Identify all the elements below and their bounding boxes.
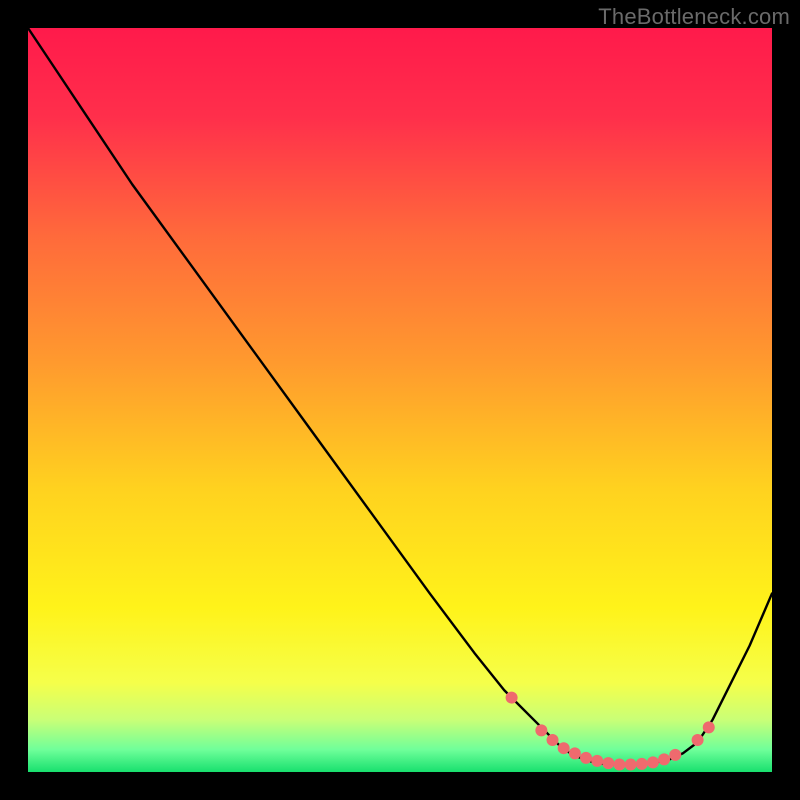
- data-point: [669, 749, 681, 761]
- data-point: [535, 724, 547, 736]
- data-point: [692, 734, 704, 746]
- plot-area: [28, 28, 772, 772]
- data-point: [625, 759, 637, 771]
- data-point: [703, 721, 715, 733]
- data-point: [569, 747, 581, 759]
- data-point: [613, 759, 625, 771]
- chart-svg: [28, 28, 772, 772]
- data-point: [636, 758, 648, 770]
- data-point: [602, 757, 614, 769]
- data-point: [506, 692, 518, 704]
- watermark-label: TheBottleneck.com: [598, 4, 790, 30]
- data-point: [647, 756, 659, 768]
- data-point: [558, 742, 570, 754]
- data-point: [591, 755, 603, 767]
- chart-background: [28, 28, 772, 772]
- data-point: [580, 752, 592, 764]
- chart-frame: TheBottleneck.com: [0, 0, 800, 800]
- data-point: [658, 753, 670, 765]
- data-point: [547, 734, 559, 746]
